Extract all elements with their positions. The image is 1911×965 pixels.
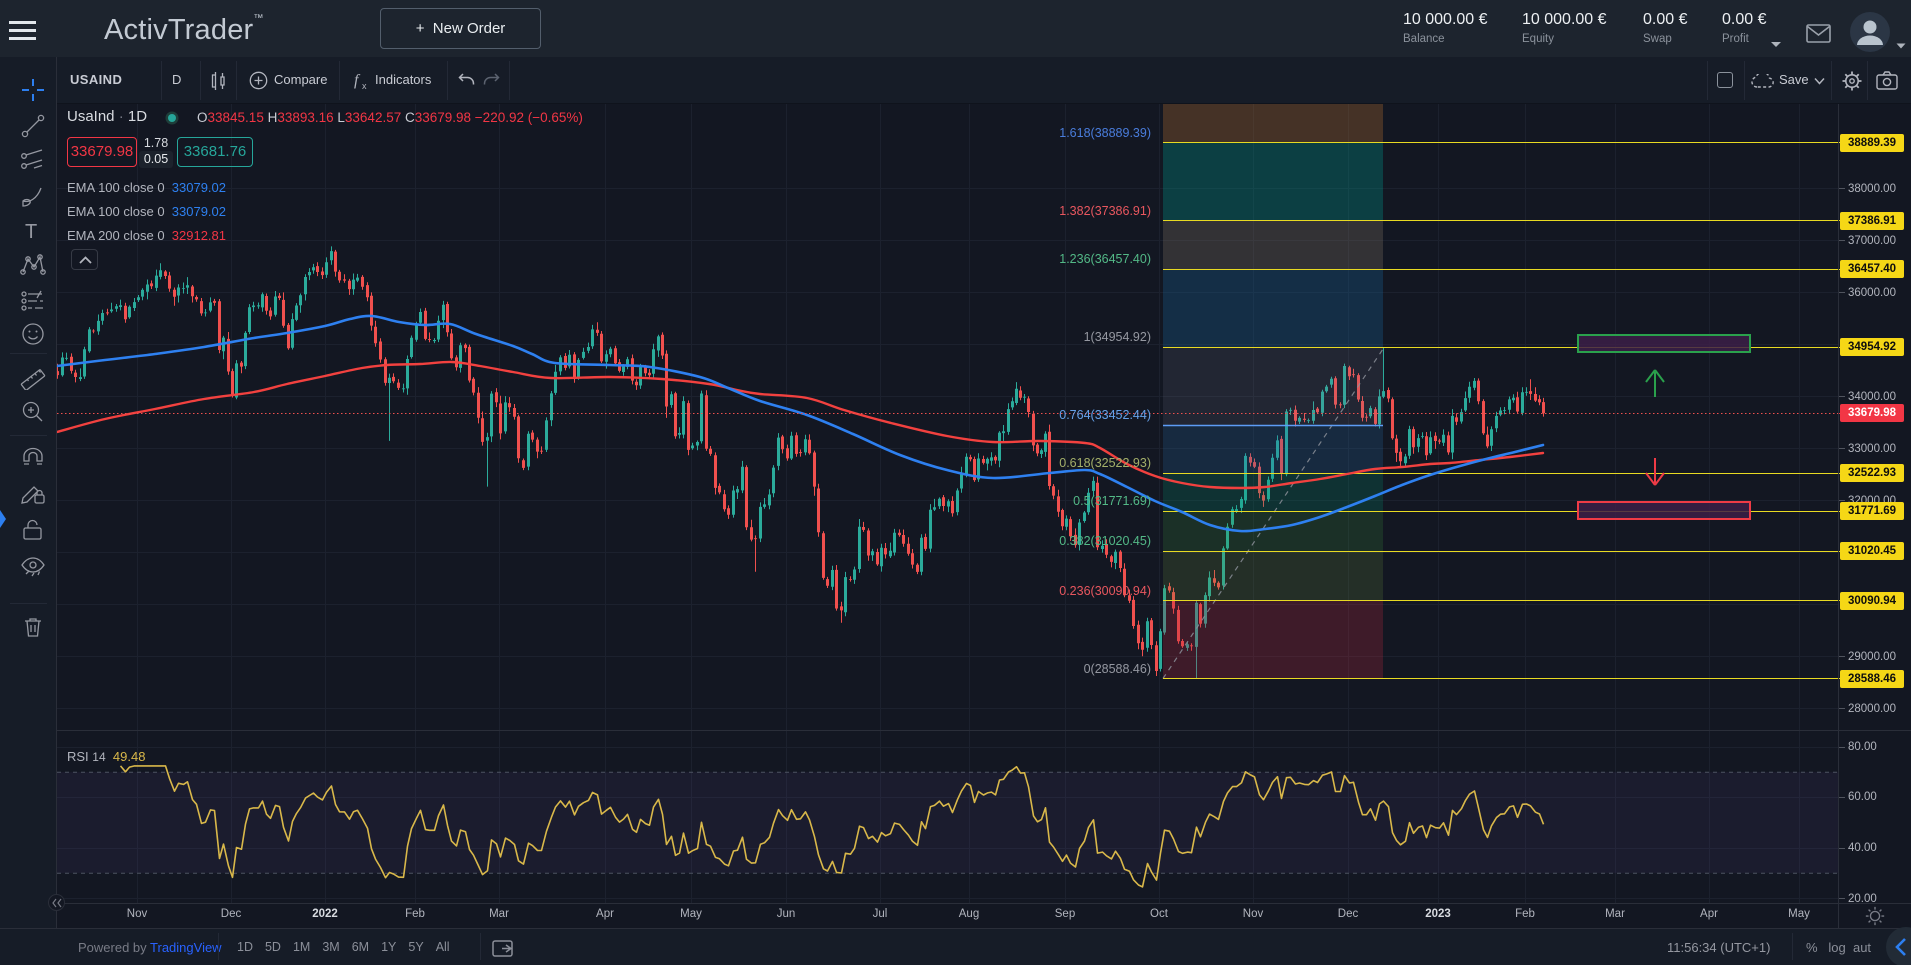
svg-text:T: T <box>25 221 37 243</box>
svg-text:x: x <box>362 81 367 91</box>
svg-text:f: f <box>354 72 361 89</box>
